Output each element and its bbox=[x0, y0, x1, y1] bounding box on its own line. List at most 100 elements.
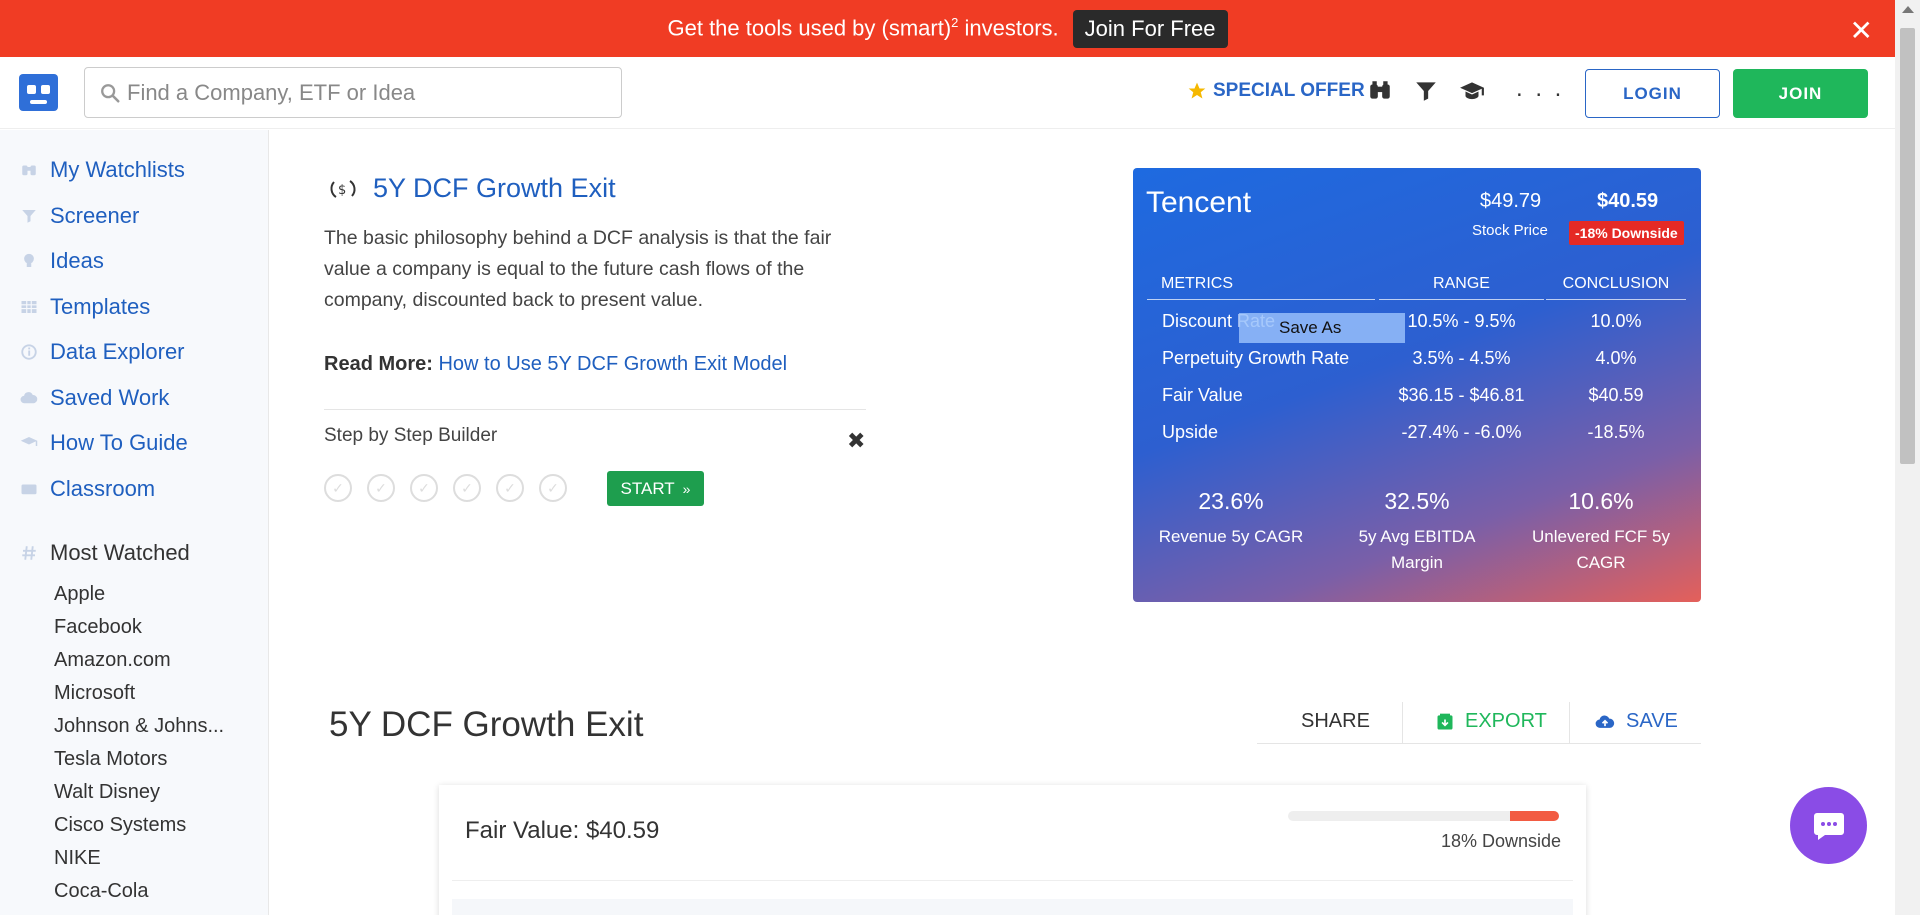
model-description: The basic philosophy behind a DCF analys… bbox=[324, 227, 832, 311]
scroll-up-arrow[interactable] bbox=[1902, 6, 1914, 13]
special-offer-link[interactable]: SPECIAL OFFER bbox=[1187, 80, 1365, 102]
binoculars-icon bbox=[22, 165, 36, 176]
sidebar-item-how-to-guide[interactable]: How To Guide bbox=[20, 430, 188, 456]
downside-bar bbox=[1288, 811, 1559, 821]
filter-icon[interactable] bbox=[1413, 78, 1439, 104]
most-watched-item[interactable]: Cisco Systems bbox=[54, 814, 186, 837]
video-icon bbox=[21, 484, 37, 495]
sidebar-item-templates[interactable]: Templates bbox=[20, 294, 150, 320]
company-summary-card: Tencent $49.79 Stock Price $40.59 -18% D… bbox=[1133, 168, 1701, 602]
promo-banner: Get the tools used by (smart)2 investors… bbox=[0, 0, 1895, 57]
header: SPECIAL OFFER . . . LOGIN JOIN bbox=[0, 57, 1895, 129]
sidebar-item-label: Screener bbox=[50, 203, 140, 228]
downside-badge: -18% Downside bbox=[1569, 221, 1684, 245]
more-menu[interactable]: . . . bbox=[1516, 75, 1564, 103]
section-title: 5Y DCF Growth Exit bbox=[329, 705, 644, 744]
most-watched-item[interactable]: Johnson & Johns... bbox=[54, 715, 224, 738]
close-icon[interactable]: ✕ bbox=[1850, 14, 1873, 47]
metric-name: Perpetuity Growth Rate bbox=[1162, 348, 1350, 368]
sidebar-item-label: How To Guide bbox=[50, 430, 188, 455]
graduation-cap-icon[interactable] bbox=[1459, 78, 1485, 104]
stat-value: 23.6% bbox=[1198, 488, 1264, 514]
divider bbox=[324, 409, 866, 410]
read-more: Read More: How to Use 5Y DCF Growth Exit… bbox=[324, 353, 787, 376]
sidebar-item-screener[interactable]: Screener bbox=[20, 203, 139, 229]
info-icon bbox=[21, 344, 37, 360]
lightbulb-icon bbox=[24, 253, 34, 267]
divider bbox=[1402, 702, 1403, 744]
divider bbox=[452, 880, 1573, 881]
hashtag-icon bbox=[22, 546, 36, 560]
sidebar-item-ideas[interactable]: Ideas bbox=[20, 248, 104, 274]
step-check-icon[interactable]: ✓ bbox=[324, 474, 352, 502]
start-button[interactable]: START» bbox=[607, 471, 704, 506]
scrollbar-thumb[interactable] bbox=[1900, 28, 1915, 464]
most-watched-item[interactable]: Walt Disney bbox=[54, 781, 160, 804]
save-as-tooltip[interactable]: Save As bbox=[1239, 313, 1405, 343]
sidebar-item-label: Templates bbox=[50, 294, 151, 319]
export-icon bbox=[1437, 713, 1453, 729]
search-input[interactable] bbox=[127, 79, 607, 106]
sidebar-item-label: Data Explorer bbox=[50, 339, 185, 364]
sidebar-item-saved-work[interactable]: Saved Work bbox=[20, 385, 169, 411]
login-button[interactable]: LOGIN bbox=[1585, 69, 1720, 118]
share-button[interactable]: SHARE bbox=[1301, 710, 1370, 733]
metric-range: $36.15 - $46.81 bbox=[1398, 385, 1525, 405]
sidebar-item-classroom[interactable]: Classroom bbox=[20, 476, 155, 502]
star-icon bbox=[1188, 82, 1206, 99]
action-bar: SHARE EXPORT SAVE bbox=[1257, 702, 1701, 744]
panel-subrow bbox=[452, 899, 1573, 915]
stat-value: 32.5% bbox=[1384, 488, 1450, 514]
binoculars-icon[interactable] bbox=[1367, 78, 1393, 104]
sidebar-item-label: Saved Work bbox=[50, 385, 170, 410]
join-for-free-button[interactable]: Join For Free bbox=[1072, 9, 1228, 48]
fair-value-panel: Fair Value: $40.59 18% Downside bbox=[439, 785, 1586, 915]
metrics-header: METRICS bbox=[1147, 275, 1375, 300]
metric-name: Upside bbox=[1162, 422, 1219, 442]
join-button[interactable]: JOIN bbox=[1733, 69, 1868, 118]
promo-text: Get the tools used by (smart)2 investors… bbox=[667, 15, 1059, 41]
conclusion-header: CONCLUSION bbox=[1546, 275, 1686, 300]
table-icon bbox=[21, 301, 37, 313]
close-icon[interactable]: ✖ bbox=[847, 428, 865, 454]
read-more-link[interactable]: How to Use 5Y DCF Growth Exit Model bbox=[438, 353, 787, 375]
fair-value-text: Fair Value: $40.59 bbox=[465, 817, 660, 844]
metric-conclusion: 4.0% bbox=[1595, 348, 1637, 368]
step-check-icon[interactable]: ✓ bbox=[496, 474, 524, 502]
company-name: Tencent bbox=[1146, 186, 1252, 219]
step-check-icon[interactable]: ✓ bbox=[539, 474, 567, 502]
most-watched-heading: Most Watched bbox=[20, 540, 190, 566]
metric-conclusion: 10.0% bbox=[1590, 311, 1642, 331]
most-watched-item[interactable]: Coca-Cola bbox=[54, 880, 148, 903]
graduation-cap-icon bbox=[20, 437, 38, 446]
metric-name: Fair Value bbox=[1162, 385, 1243, 405]
model-title-link[interactable]: 5Y DCF Growth Exit bbox=[373, 173, 616, 204]
search-box[interactable] bbox=[84, 67, 622, 118]
metric-conclusion: $40.59 bbox=[1588, 385, 1644, 405]
stat-value: 10.6% bbox=[1568, 488, 1634, 514]
chat-button[interactable] bbox=[1790, 787, 1867, 864]
logo[interactable] bbox=[19, 74, 58, 111]
most-watched-item[interactable]: NIKE bbox=[54, 847, 101, 870]
export-button[interactable]: EXPORT bbox=[1435, 710, 1547, 733]
step-check-icon[interactable]: ✓ bbox=[410, 474, 438, 502]
step-check-icon[interactable]: ✓ bbox=[367, 474, 395, 502]
most-watched-item[interactable]: Apple bbox=[54, 583, 105, 606]
most-watched-item[interactable]: Tesla Motors bbox=[54, 748, 167, 771]
stock-price: $49.79 bbox=[1480, 190, 1542, 212]
double-chevron-right-icon: » bbox=[682, 480, 691, 497]
sidebar: My Watchlists Screener Ideas Templates D… bbox=[0, 130, 269, 915]
sidebar-item-label: My Watchlists bbox=[50, 157, 185, 182]
most-watched-item[interactable]: Amazon.com bbox=[54, 649, 171, 672]
stat-label: Revenue 5y CAGR bbox=[1158, 527, 1304, 546]
step-check-icon[interactable]: ✓ bbox=[453, 474, 481, 502]
sidebar-item-my-watchlists[interactable]: My Watchlists bbox=[20, 157, 185, 183]
stat-label: 5y Avg EBITDA Margin bbox=[1358, 527, 1476, 572]
most-watched-item[interactable]: Facebook bbox=[54, 616, 142, 639]
most-watched-item[interactable]: Microsoft bbox=[54, 682, 135, 705]
sidebar-item-data-explorer[interactable]: Data Explorer bbox=[20, 339, 185, 365]
sidebar-item-label: Classroom bbox=[50, 476, 156, 501]
downside-bar-fill bbox=[1510, 811, 1559, 821]
save-button[interactable]: SAVE bbox=[1594, 710, 1678, 733]
cloud-upload-icon bbox=[1595, 714, 1615, 728]
